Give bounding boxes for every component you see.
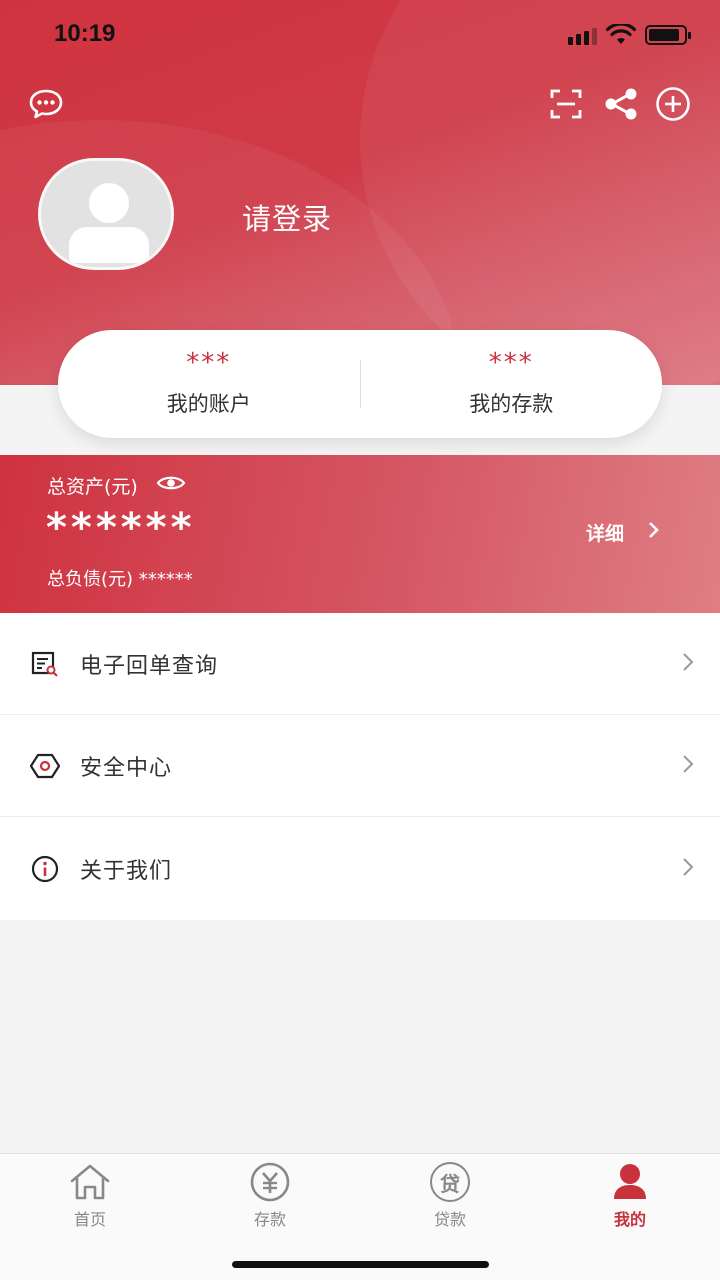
menu-label: 安全中心 bbox=[80, 755, 173, 781]
security-hexagon-icon bbox=[30, 751, 60, 781]
deposit-value: *** bbox=[488, 348, 534, 378]
home-icon bbox=[30, 1162, 150, 1202]
account-value: *** bbox=[186, 348, 232, 378]
chevron-right-icon bbox=[682, 754, 694, 778]
total-debt-value: ****** bbox=[138, 569, 193, 590]
menu-label: 电子回单查询 bbox=[80, 653, 219, 679]
total-debt-label: 总负债(元) bbox=[47, 569, 134, 590]
summary-card: *** 我的账户 *** 我的存款 bbox=[58, 330, 662, 438]
menu-item-security-center[interactable]: 安全中心 bbox=[0, 715, 720, 817]
my-deposit-button[interactable]: *** 我的存款 bbox=[361, 350, 663, 418]
detail-button[interactable]: 详细 bbox=[586, 519, 660, 546]
user-icon bbox=[570, 1162, 690, 1202]
tab-mine[interactable]: 我的 bbox=[570, 1162, 690, 1230]
avatar-body bbox=[69, 227, 149, 263]
total-debt: 总负债(元) ****** bbox=[47, 565, 193, 591]
deposit-label: 我的存款 bbox=[469, 392, 554, 416]
chevron-right-icon bbox=[648, 521, 660, 544]
account-label: 我的账户 bbox=[166, 392, 251, 416]
avatar-head bbox=[89, 183, 129, 223]
info-icon bbox=[30, 854, 60, 884]
loan-icon: 贷 bbox=[390, 1162, 510, 1202]
avatar[interactable] bbox=[38, 158, 174, 270]
chevron-right-icon bbox=[682, 857, 694, 881]
battery-icon bbox=[645, 25, 691, 45]
eye-icon[interactable] bbox=[156, 474, 186, 497]
yuan-icon bbox=[210, 1162, 330, 1202]
tab-label: 贷款 bbox=[433, 1210, 466, 1229]
detail-label: 详细 bbox=[586, 523, 625, 545]
chevron-right-icon bbox=[682, 652, 694, 676]
login-prompt[interactable]: 请登录 bbox=[242, 196, 332, 238]
add-icon[interactable] bbox=[655, 86, 691, 122]
tab-deposit[interactable]: 存款 bbox=[210, 1162, 330, 1230]
tab-loan[interactable]: 贷 贷款 bbox=[390, 1162, 510, 1230]
tab-label: 存款 bbox=[253, 1210, 286, 1229]
home-indicator[interactable] bbox=[232, 1261, 489, 1268]
wifi-icon bbox=[605, 22, 637, 50]
tab-home[interactable]: 首页 bbox=[30, 1162, 150, 1230]
share-icon[interactable] bbox=[603, 88, 639, 120]
total-assets-value: ****** bbox=[46, 505, 196, 551]
tab-label: 我的 bbox=[613, 1210, 646, 1229]
menu-list: 电子回单查询 安全中心 关于我们 bbox=[0, 613, 720, 920]
scan-icon[interactable] bbox=[550, 89, 582, 119]
receipt-search-icon bbox=[30, 649, 60, 679]
menu-label: 关于我们 bbox=[80, 858, 173, 884]
total-assets-header: 总资产(元) bbox=[47, 472, 186, 499]
message-icon[interactable] bbox=[28, 88, 64, 120]
cellular-signal-icon bbox=[568, 28, 597, 45]
menu-item-about-us[interactable]: 关于我们 bbox=[0, 817, 720, 920]
status-time: 10:19 bbox=[54, 20, 116, 47]
total-assets-label: 总资产(元) bbox=[47, 476, 138, 498]
loan-glyph: 贷 bbox=[430, 1162, 470, 1202]
status-bar: 10:19 bbox=[0, 0, 720, 70]
tab-label: 首页 bbox=[73, 1210, 106, 1229]
assets-banner: 总资产(元) ****** 总负债(元) ****** 详细 bbox=[0, 455, 720, 613]
menu-item-e-receipt[interactable]: 电子回单查询 bbox=[0, 613, 720, 715]
my-account-button[interactable]: *** 我的账户 bbox=[58, 350, 360, 418]
